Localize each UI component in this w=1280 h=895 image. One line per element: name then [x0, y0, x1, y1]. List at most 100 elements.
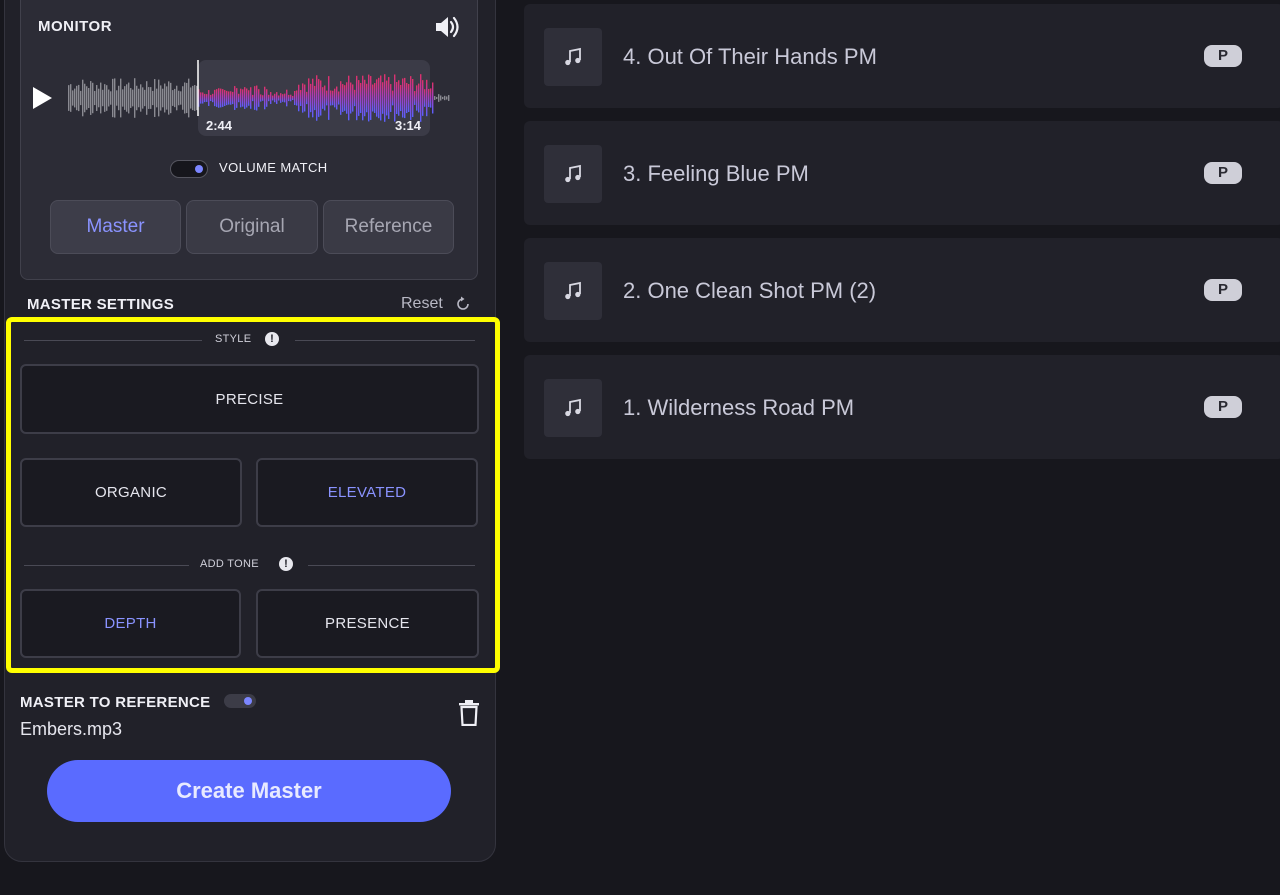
- volume-match-toggle[interactable]: [170, 160, 208, 178]
- waveform-bar: [286, 89, 288, 107]
- track-badge[interactable]: P: [1204, 162, 1242, 184]
- toggle-knob: [244, 697, 252, 705]
- waveform-bar: [322, 87, 324, 109]
- waveform-bar: [292, 95, 294, 101]
- tone-presence[interactable]: PRESENCE: [256, 589, 479, 658]
- waveform-bar: [118, 85, 120, 111]
- waveform-bar: [144, 89, 146, 107]
- waveform-bar: [342, 84, 344, 112]
- track-item[interactable]: 3. Feeling Blue PM P: [524, 121, 1280, 225]
- trash-icon[interactable]: [458, 700, 480, 726]
- divider: [24, 565, 189, 566]
- waveform-bar: [316, 75, 318, 121]
- waveform-bar: [150, 87, 152, 109]
- waveform-bar: [238, 93, 240, 103]
- tab-original[interactable]: Original: [186, 200, 318, 254]
- track-name: 3. Feeling Blue PM: [623, 161, 809, 186]
- style-elevated[interactable]: ELEVATED: [256, 458, 478, 527]
- tab-master[interactable]: Master: [50, 200, 181, 254]
- waveform-bar: [280, 93, 282, 103]
- waveform-bar: [392, 90, 394, 106]
- waveform-bar: [442, 96, 444, 100]
- track-thumbnail: [544, 145, 602, 203]
- waveform-bar: [182, 86, 184, 110]
- waveform-bar: [328, 76, 330, 120]
- waveform-bar: [318, 79, 320, 117]
- track-badge[interactable]: P: [1204, 45, 1242, 67]
- reset-button[interactable]: Reset: [401, 295, 443, 313]
- track-badge[interactable]: P: [1204, 396, 1242, 418]
- waveform-bar: [248, 90, 250, 106]
- selection-end-time: 3:14: [395, 118, 422, 133]
- waveform-bar: [156, 88, 158, 108]
- waveform-bar: [384, 74, 386, 122]
- waveform-bar: [178, 90, 180, 106]
- waveform-bar: [136, 85, 138, 111]
- waveform-bar: [420, 74, 422, 122]
- waveform-bar: [406, 82, 408, 114]
- tone-depth[interactable]: DEPTH: [20, 589, 241, 658]
- waveform-bars: [68, 74, 450, 122]
- waveform-bar: [376, 79, 378, 117]
- waveform-bar: [228, 91, 230, 105]
- waveform-bar: [88, 88, 90, 108]
- waveform-bar: [154, 79, 156, 117]
- create-master-button[interactable]: Create Master: [47, 760, 451, 822]
- track-badge[interactable]: P: [1204, 279, 1242, 301]
- waveform-bar: [310, 83, 312, 113]
- waveform-bar: [276, 92, 278, 104]
- waveform-bar: [94, 90, 96, 106]
- waveform-bar: [418, 83, 420, 113]
- waveform-bar: [164, 83, 166, 113]
- speaker-icon[interactable]: [434, 14, 462, 40]
- play-icon[interactable]: [30, 86, 54, 110]
- waveform-bar: [430, 88, 432, 108]
- waveform-bar: [324, 85, 326, 111]
- waveform-bar: [100, 82, 102, 114]
- waveform-bar: [74, 88, 76, 108]
- waveform-bar: [152, 90, 154, 106]
- track-item[interactable]: 2. One Clean Shot PM (2) P: [524, 238, 1280, 342]
- waveform-bar: [348, 75, 350, 121]
- waveform-bar: [446, 96, 448, 100]
- waveform-bar: [210, 94, 212, 102]
- waveform-bar: [92, 82, 94, 114]
- waveform-bar: [234, 86, 236, 110]
- waveform-bar: [354, 89, 356, 107]
- waveform-bar: [250, 87, 252, 109]
- waveform-bar: [262, 95, 264, 101]
- info-icon[interactable]: !: [279, 557, 293, 571]
- waveform-bar: [78, 84, 80, 112]
- waveform-bar: [388, 77, 390, 119]
- style-organic[interactable]: ORGANIC: [20, 458, 242, 527]
- waveform-bar: [362, 75, 364, 121]
- waveform-bar: [300, 90, 302, 106]
- track-thumbnail: [544, 262, 602, 320]
- waveform-bar: [330, 90, 332, 106]
- selection-start-time: 2:44: [206, 118, 233, 133]
- style-precise[interactable]: PRECISE: [20, 364, 479, 434]
- waveform-bar: [180, 91, 182, 105]
- waveform-bar: [122, 89, 124, 107]
- tab-reference[interactable]: Reference: [323, 200, 454, 254]
- waveform-bar: [386, 80, 388, 116]
- waveform-bar: [112, 78, 114, 118]
- waveform-bar: [298, 84, 300, 112]
- track-item[interactable]: 4. Out Of Their Hands PM P: [524, 4, 1280, 108]
- waveform-bar: [114, 78, 116, 118]
- track-item[interactable]: 1. Wilderness Road PM P: [524, 355, 1280, 459]
- info-icon[interactable]: !: [265, 332, 279, 346]
- waveform-bar: [146, 81, 148, 115]
- waveform-bar: [390, 84, 392, 112]
- waveform-bar: [306, 91, 308, 105]
- divider: [295, 340, 475, 341]
- waveform-bar: [86, 86, 88, 110]
- waveform-bar: [84, 83, 86, 113]
- waveform-bar: [304, 84, 306, 112]
- master-to-reference-toggle[interactable]: [224, 694, 256, 708]
- waveform-bar: [236, 88, 238, 108]
- waveform-bar: [270, 92, 272, 104]
- waveform-bar: [126, 84, 128, 112]
- waveform-bar: [264, 86, 266, 110]
- reset-icon[interactable]: [455, 296, 471, 312]
